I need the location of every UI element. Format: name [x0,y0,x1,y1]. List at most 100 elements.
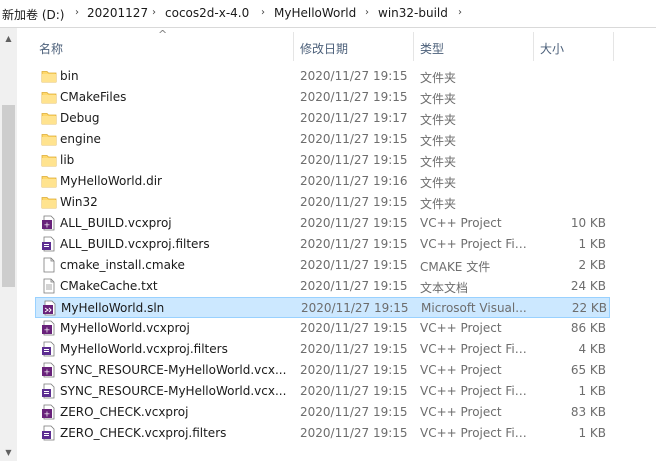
breadcrumb-separator-icon[interactable]: › [455,7,465,18]
file-name: SYNC_RESOURCE-MyHelloWorld.vcx... [60,384,287,398]
file-type: VC++ Project Fil... [420,426,528,440]
svg-text:+: + [44,326,51,335]
file-row[interactable]: + ZERO_CHECK.vcxproj 2020/11/27 19:15 VC++ … [35,402,610,423]
file-size: 1 KB [578,237,606,251]
breadcrumb-separator-icon[interactable]: › [258,7,268,18]
column-header: ^ 名称 修改日期 类型 大小 [17,28,656,65]
file-row[interactable]: MyHelloWorld.vcxproj.filters 2020/11/27 1… [35,339,610,360]
file-row[interactable]: + MyHelloWorld.vcxproj 2020/11/27 19:15 VC+… [35,318,610,339]
folder-icon [41,173,57,189]
file-name: MyHelloWorld.vcxproj [60,321,190,335]
file-row[interactable]: + ALL_BUILD.vcxproj 2020/11/27 19:15 VC++ P… [35,213,610,234]
file-name: cmake_install.cmake [60,258,185,272]
column-divider[interactable] [293,32,294,61]
file-row[interactable]: Win32 2020/11/27 19:15 文件夹 [35,192,610,213]
file-date: 2020/11/27 19:15 [300,69,408,83]
file-name: MyHelloWorld.vcxproj.filters [60,342,228,356]
file-type: CMAKE 文件 [420,260,491,274]
file-name: Win32 [60,195,98,209]
file-name: ZERO_CHECK.vcxproj.filters [60,426,227,440]
vcxproj-icon: + [41,215,57,231]
blank-file-icon [41,257,57,273]
file-size: 1 KB [578,384,606,398]
sln-icon [42,300,58,316]
file-type: VC++ Project Fil... [420,237,528,251]
file-size: 10 KB [570,216,606,230]
breadcrumb-drive[interactable]: 新加卷 (D:) [2,6,64,23]
address-bar[interactable]: 新加卷 (D:) › 20201127 › cocos2d-x-4.0 › My… [0,0,656,28]
file-date: 2020/11/27 19:15 [300,237,408,251]
folder-icon [41,131,57,147]
file-type: Microsoft Visual... [421,301,527,315]
column-date[interactable]: 修改日期 [300,40,348,57]
filters-icon [41,236,57,252]
file-date: 2020/11/27 19:15 [300,132,408,146]
scroll-down-icon[interactable]: ▼ [0,444,17,461]
file-row[interactable]: cmake_install.cmake 2020/11/27 19:15 CMAKE… [35,255,610,276]
file-date: 2020/11/27 19:17 [300,111,408,125]
file-row[interactable]: MyHelloWorld.sln 2020/11/27 19:15 Microsof… [35,297,610,318]
file-row[interactable]: Debug 2020/11/27 19:17 文件夹 [35,108,610,129]
filters-icon [41,341,57,357]
breadcrumb-separator-icon[interactable]: › [149,7,159,18]
file-size: 2 KB [578,258,606,272]
svg-text:+: + [44,368,51,377]
scrollbar-thumb[interactable] [2,105,15,287]
file-date: 2020/11/27 19:15 [300,363,408,377]
file-row[interactable]: MyHelloWorld.dir 2020/11/27 19:16 文件夹 [35,171,610,192]
file-type: VC++ Project Fil... [420,342,528,356]
file-row[interactable]: ZERO_CHECK.vcxproj.filters 2020/11/27 19:… [35,423,610,444]
file-size: 65 KB [570,363,606,377]
file-type: VC++ Project Fil... [420,384,528,398]
breadcrumb-separator-icon[interactable]: › [72,7,82,18]
file-row[interactable]: SYNC_RESOURCE-MyHelloWorld.vcx... 2020/11… [35,381,610,402]
column-name[interactable]: 名称 [39,40,63,57]
vcxproj-icon: + [41,362,57,378]
file-size: 24 KB [570,279,606,293]
svg-text:+: + [44,410,51,419]
column-type[interactable]: 类型 [420,40,444,57]
filters-icon [41,383,57,399]
file-name: CMakeCache.txt [60,279,158,293]
file-row[interactable]: CMakeCache.txt 2020/11/27 19:15 文本文档 24 KB [35,276,610,297]
file-name: CMakeFiles [60,90,127,104]
file-row[interactable]: ALL_BUILD.vcxproj.filters 2020/11/27 19:1… [35,234,610,255]
file-type: VC++ Project [420,363,502,377]
column-size[interactable]: 大小 [540,40,564,57]
vertical-scrollbar[interactable]: ▲ ▼ [0,28,17,461]
breadcrumb-separator-icon[interactable]: › [362,7,372,18]
file-name: SYNC_RESOURCE-MyHelloWorld.vcx... [60,363,287,377]
vcxproj-icon: + [41,404,57,420]
file-row[interactable]: CMakeFiles 2020/11/27 19:15 文件夹 [35,87,610,108]
folder-icon [41,89,57,105]
column-divider[interactable] [613,32,614,61]
file-type: 文本文档 [420,281,469,295]
file-row[interactable]: bin 2020/11/27 19:15 文件夹 [35,66,610,87]
file-type: VC++ Project [420,321,502,335]
breadcrumb-myhelloworld[interactable]: MyHelloWorld [274,6,356,20]
file-type: 文件夹 [420,71,457,85]
column-divider[interactable] [413,32,414,61]
file-name: Debug [60,111,100,125]
folder-icon [41,68,57,84]
scroll-up-icon[interactable]: ▲ [0,30,17,47]
file-size: 83 KB [570,405,606,419]
file-type: 文件夹 [420,197,457,211]
file-size: 22 KB [571,301,607,315]
column-divider[interactable] [533,32,534,61]
file-type: 文件夹 [420,113,457,127]
file-date: 2020/11/27 19:15 [300,321,408,335]
file-row[interactable]: + SYNC_RESOURCE-MyHelloWorld.vcx... 2020/1… [35,360,610,381]
file-date: 2020/11/27 19:15 [300,384,408,398]
file-name: bin [60,69,79,83]
breadcrumb-20201127[interactable]: 20201127 [87,6,148,20]
file-row[interactable]: lib 2020/11/27 19:15 文件夹 [35,150,610,171]
file-size: 86 KB [570,321,606,335]
file-type: 文件夹 [420,155,457,169]
file-name: MyHelloWorld.dir [60,174,162,188]
breadcrumb-cocos2d[interactable]: cocos2d-x-4.0 [165,6,249,20]
file-row[interactable]: engine 2020/11/27 19:15 文件夹 [35,129,610,150]
file-name: MyHelloWorld.sln [61,301,165,315]
breadcrumb-win32-build[interactable]: win32-build [378,6,448,20]
text-file-icon [41,278,57,294]
